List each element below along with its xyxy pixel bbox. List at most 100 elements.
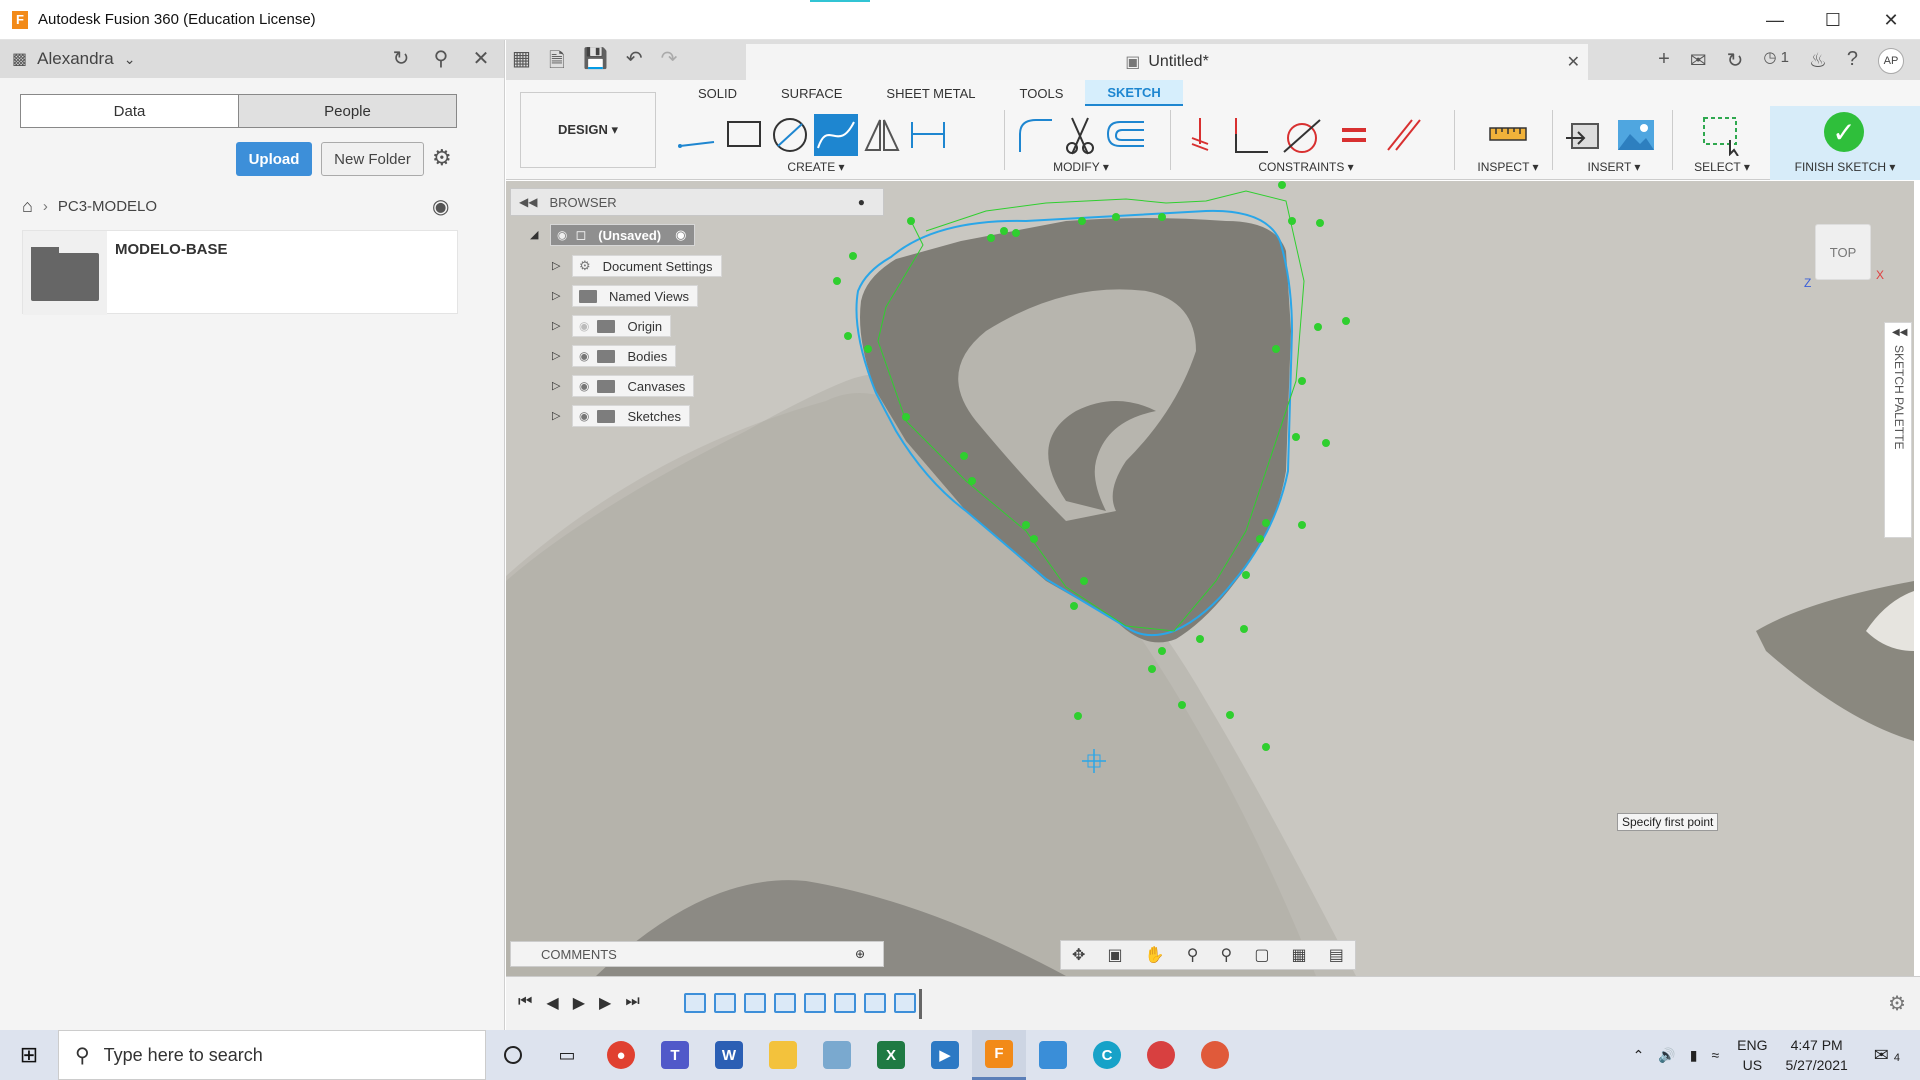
help-icon[interactable]: ? (1847, 48, 1858, 74)
collapse-triangle-icon[interactable]: ◢ (530, 228, 544, 242)
upload-button[interactable]: Upload (236, 142, 312, 176)
teams-icon[interactable]: T (648, 1030, 702, 1080)
word-icon[interactable]: W (702, 1030, 756, 1080)
play-icon[interactable]: ▶ (573, 993, 585, 1013)
trim-icon[interactable] (1058, 114, 1102, 156)
coincident-icon[interactable] (1178, 114, 1222, 156)
volume-icon[interactable]: 🔊 (1658, 1047, 1675, 1064)
finish-sketch-button[interactable]: ✓ FINISH SKETCH ▾ (1770, 106, 1920, 180)
team-icon[interactable]: ▩ (12, 49, 27, 69)
equal-icon[interactable] (1332, 114, 1376, 156)
tree-chip[interactable]: ◉ Sketches (572, 405, 690, 427)
select-menu[interactable]: SELECT ▾ (1674, 160, 1770, 174)
spline-icon[interactable] (814, 114, 858, 156)
battery-icon[interactable]: ▮ (1690, 1047, 1698, 1064)
close-button[interactable]: ✕ (1862, 0, 1920, 40)
mirror-icon[interactable] (860, 114, 904, 156)
job-status-icon[interactable]: ◷ 1 (1763, 48, 1789, 74)
skip-start-icon[interactable]: ⏮ (518, 993, 532, 1013)
tree-chip[interactable]: ⚙ Document Settings (572, 255, 722, 277)
viewports-icon[interactable]: ▤ (1329, 945, 1344, 965)
minimize-icon[interactable]: ● (858, 195, 865, 209)
bell-icon[interactable]: ♨ (1809, 48, 1827, 74)
globe-icon[interactable]: ◉ (432, 194, 449, 219)
timeline-feature[interactable] (834, 993, 856, 1013)
app-icon-5[interactable] (1188, 1030, 1242, 1080)
design-canvas[interactable] (506, 181, 1914, 976)
cortana-icon[interactable] (486, 1030, 540, 1080)
expand-triangle-icon[interactable]: ▷ (552, 379, 566, 393)
app-icon-3[interactable]: C (1080, 1030, 1134, 1080)
list-item[interactable]: MODELO-BASE (22, 230, 458, 315)
breadcrumb-project[interactable]: PC3-MODELO (58, 198, 157, 215)
search-icon[interactable]: ⚲ (428, 46, 454, 71)
workspace-button[interactable]: DESIGN ▾ (520, 92, 656, 168)
redo-icon[interactable]: ↷ (661, 46, 678, 80)
chevron-down-icon[interactable]: ⌄ (124, 51, 136, 68)
tab-sheet-metal[interactable]: SHEET METAL (864, 80, 997, 106)
add-comment-icon[interactable]: ⊕ (855, 947, 865, 961)
avatar[interactable]: AP (1878, 48, 1904, 74)
inspect-menu[interactable]: INSPECT ▾ (1456, 160, 1560, 174)
document-tab[interactable]: ▣ Untitled* ✕ (746, 44, 1588, 80)
timeline-feature[interactable] (864, 993, 886, 1013)
view-cube[interactable]: TOP (1815, 224, 1871, 280)
collapse-icon[interactable]: ◀◀ (519, 195, 537, 209)
tab-people[interactable]: People (238, 95, 456, 127)
perpendicular-icon[interactable] (1228, 114, 1272, 156)
insert-derive-icon[interactable] (1562, 114, 1606, 156)
tree-chip[interactable]: ◉ Origin (572, 315, 672, 337)
insert-menu[interactable]: INSERT ▾ (1554, 160, 1674, 174)
expand-triangle-icon[interactable]: ▷ (552, 349, 566, 363)
eye-icon[interactable]: ◉ (579, 349, 589, 363)
video-icon[interactable]: ▶ (918, 1030, 972, 1080)
expand-triangle-icon[interactable]: ▷ (552, 289, 566, 303)
user-name[interactable]: Alexandra (37, 49, 114, 69)
tree-item-bodies[interactable]: ▷ ◉ Bodies (552, 344, 677, 368)
root-node[interactable]: ◉ ◻ (Unsaved) ◉ (550, 224, 696, 246)
windows-start-icon[interactable]: ⊞ (0, 1030, 58, 1080)
activate-icon[interactable]: ◉ (675, 227, 686, 243)
eye-icon[interactable]: ◉ (579, 409, 589, 423)
app-icon[interactable] (810, 1030, 864, 1080)
fit-icon[interactable]: ⚲ (1221, 945, 1233, 965)
chrome-icon[interactable]: ● (594, 1030, 648, 1080)
pan-icon[interactable]: ✋ (1145, 945, 1165, 965)
fillet-icon[interactable] (1012, 114, 1056, 156)
refresh-icon[interactable]: ↻ (388, 46, 414, 71)
grid-menu-icon[interactable]: ▦ (512, 46, 531, 80)
timeline-feature[interactable] (774, 993, 796, 1013)
skip-end-icon[interactable]: ⏭ (625, 993, 639, 1013)
tree-chip[interactable]: ◉ Bodies (572, 345, 677, 367)
eye-hidden-icon[interactable]: ◉ (579, 319, 589, 333)
task-view-icon[interactable]: ▭ (540, 1030, 594, 1080)
look-at-icon[interactable]: ▣ (1108, 945, 1123, 965)
offset-icon[interactable] (1104, 114, 1148, 156)
step-forward-icon[interactable]: ▶ (599, 993, 611, 1013)
close-icon[interactable]: ✕ (1567, 52, 1580, 72)
grid-settings-icon[interactable]: ▦ (1292, 945, 1307, 965)
chat-icon[interactable]: ✉ (1690, 48, 1707, 74)
constraints-menu[interactable]: CONSTRAINTS ▾ (1172, 160, 1440, 174)
measure-icon[interactable] (1486, 114, 1530, 156)
expand-icon[interactable]: ◀◀ (1892, 327, 1907, 338)
extensions-icon[interactable]: ↻ (1727, 48, 1744, 74)
chevron-up-icon[interactable]: ⌃ (1633, 1047, 1645, 1064)
dimension-icon[interactable] (906, 114, 950, 156)
eye-icon[interactable]: ◉ (579, 379, 589, 393)
create-menu[interactable]: CREATE ▾ (666, 160, 966, 174)
gear-icon[interactable]: ⚙ (432, 145, 452, 171)
new-folder-button[interactable]: New Folder (321, 142, 424, 176)
timeline-feature[interactable] (894, 993, 916, 1013)
circle-icon[interactable] (768, 114, 812, 156)
tab-tools[interactable]: TOOLS (998, 80, 1086, 106)
tree-item-sketches[interactable]: ▷ ◉ Sketches (552, 404, 690, 428)
notification-icon[interactable]: ✉ 4 (1874, 1045, 1900, 1066)
step-back-icon[interactable]: ◀ (546, 993, 558, 1013)
app-icon-4[interactable] (1134, 1030, 1188, 1080)
browser-root[interactable]: ◢ ◉ ◻ (Unsaved) ◉ (530, 223, 696, 247)
language-indicator[interactable]: ENG US (1737, 1035, 1767, 1075)
new-tab-icon[interactable]: + (1658, 48, 1670, 74)
sketch-palette-panel[interactable]: ◀◀ SKETCH PALETTE (1884, 322, 1912, 538)
timeline-marker[interactable] (919, 989, 922, 1019)
